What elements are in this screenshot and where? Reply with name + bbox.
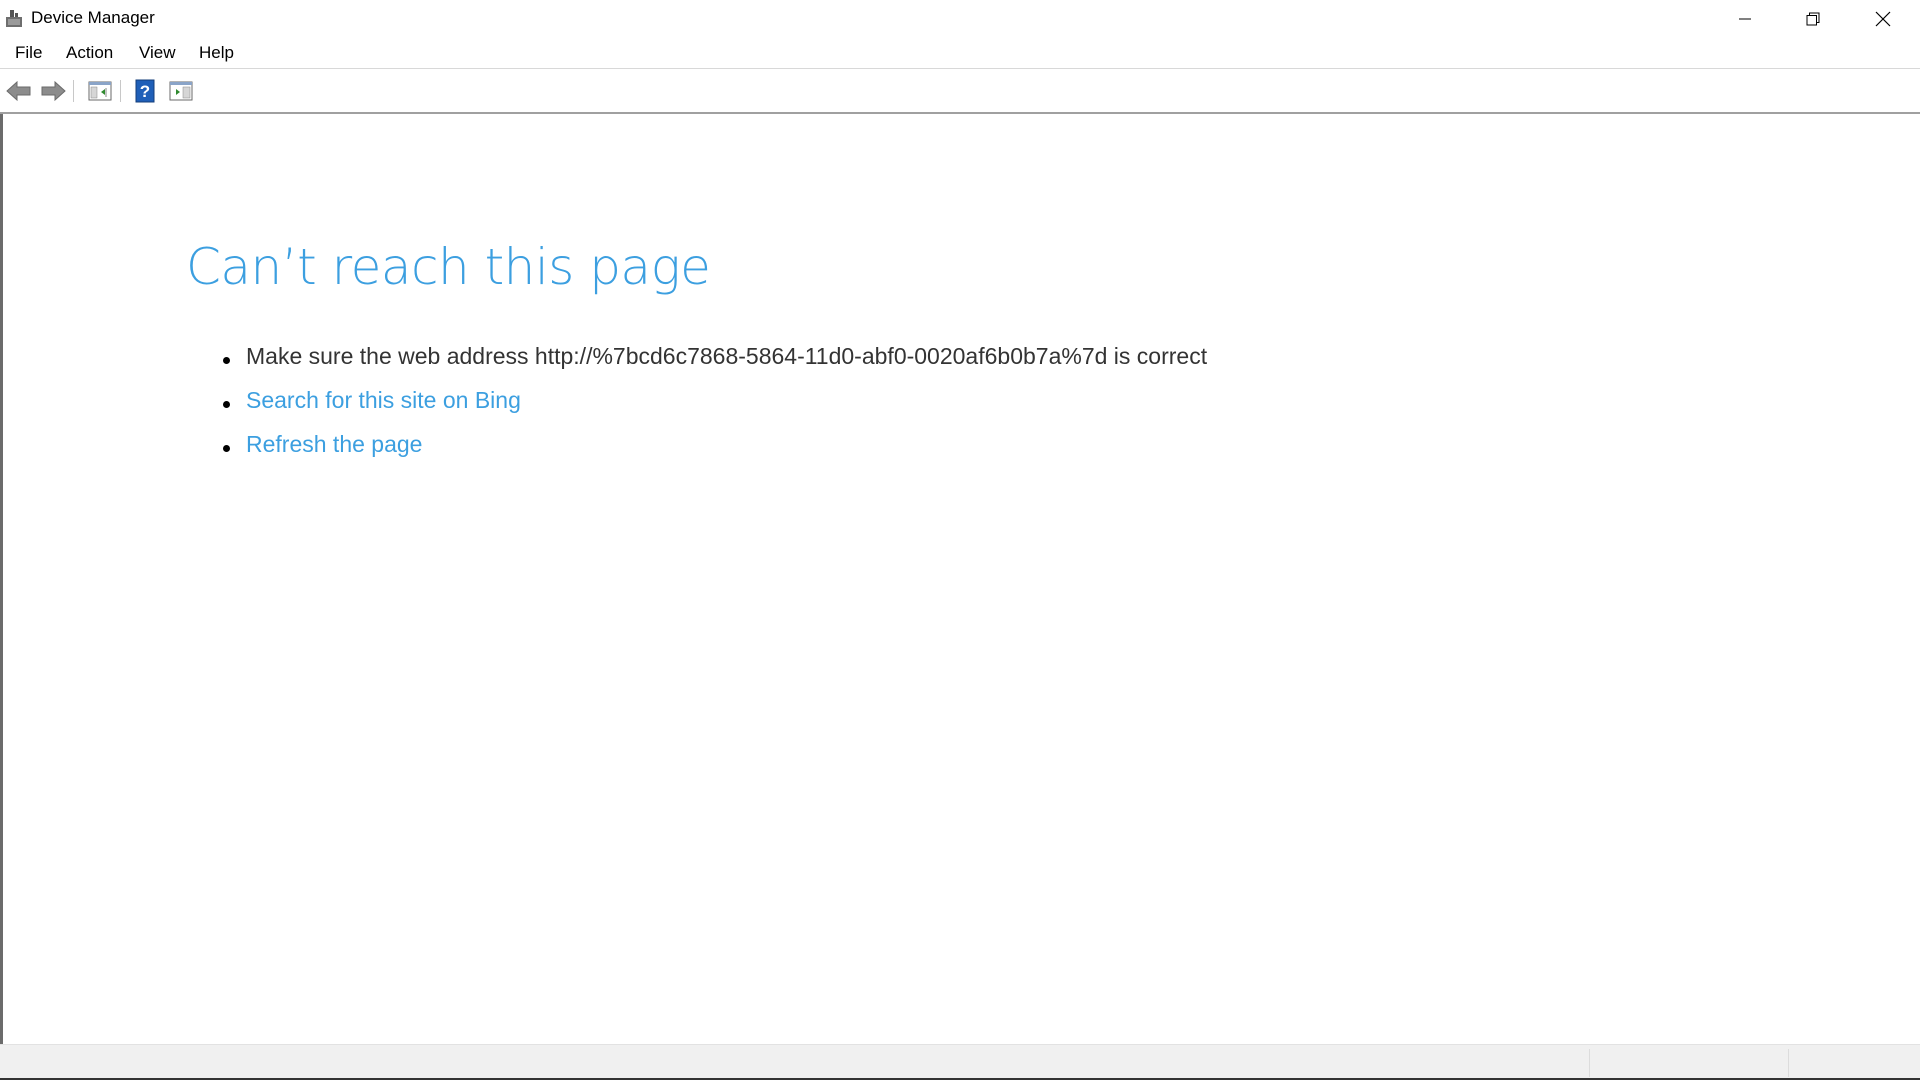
error-heading: Can’t reach this page — [186, 238, 711, 296]
menu-view[interactable]: View — [139, 43, 176, 63]
back-button[interactable] — [5, 77, 33, 105]
status-bar — [0, 1044, 1920, 1080]
svg-text:?: ? — [140, 82, 150, 101]
minimize-icon — [1739, 18, 1751, 19]
forward-button[interactable] — [39, 77, 67, 105]
show-hide-console-tree-button[interactable] — [86, 77, 114, 105]
status-separator — [1589, 1049, 1590, 1077]
search-bing-link[interactable]: Search for this site on Bing — [246, 387, 521, 413]
menu-file[interactable]: File — [15, 43, 42, 63]
list-item: Refresh the page — [218, 422, 1207, 466]
restore-button[interactable] — [1778, 0, 1848, 37]
close-icon — [1875, 11, 1891, 26]
status-separator — [1788, 1049, 1789, 1077]
show-hide-action-pane-icon — [169, 81, 193, 101]
window-title: Device Manager — [31, 8, 155, 27]
list-item: Search for this site on Bing — [218, 378, 1207, 422]
close-button[interactable] — [1848, 0, 1918, 37]
refresh-page-link[interactable]: Refresh the page — [246, 431, 422, 457]
device-manager-app-icon — [4, 8, 24, 28]
help-icon: ? — [135, 79, 155, 103]
menu-action[interactable]: Action — [66, 43, 113, 63]
menu-bar: File Action View Help — [0, 37, 1920, 69]
title-bar[interactable]: Device Manager — [0, 0, 1920, 37]
show-hide-console-tree-icon — [88, 81, 112, 101]
restore-icon — [1806, 12, 1820, 25]
toolbar: ? — [0, 70, 1920, 114]
content-pane: Can’t reach this page Make sure the web … — [0, 114, 1920, 1044]
back-arrow-icon — [6, 80, 31, 102]
toolbar-separator — [73, 80, 74, 102]
help-button[interactable]: ? — [131, 77, 159, 105]
forward-arrow-icon — [41, 80, 66, 102]
address-check-text: Make sure the web address http://%7bcd6c… — [246, 343, 1208, 369]
toolbar-separator — [120, 80, 121, 102]
error-suggestions-list: Make sure the web address http://%7bcd6c… — [218, 334, 1207, 466]
device-manager-window: Device Manager File Action View Help ? C… — [0, 0, 1920, 1080]
minimize-button[interactable] — [1710, 0, 1780, 37]
menu-help[interactable]: Help — [199, 43, 234, 63]
list-item: Make sure the web address http://%7bcd6c… — [218, 334, 1207, 378]
show-hide-action-pane-button[interactable] — [167, 77, 195, 105]
